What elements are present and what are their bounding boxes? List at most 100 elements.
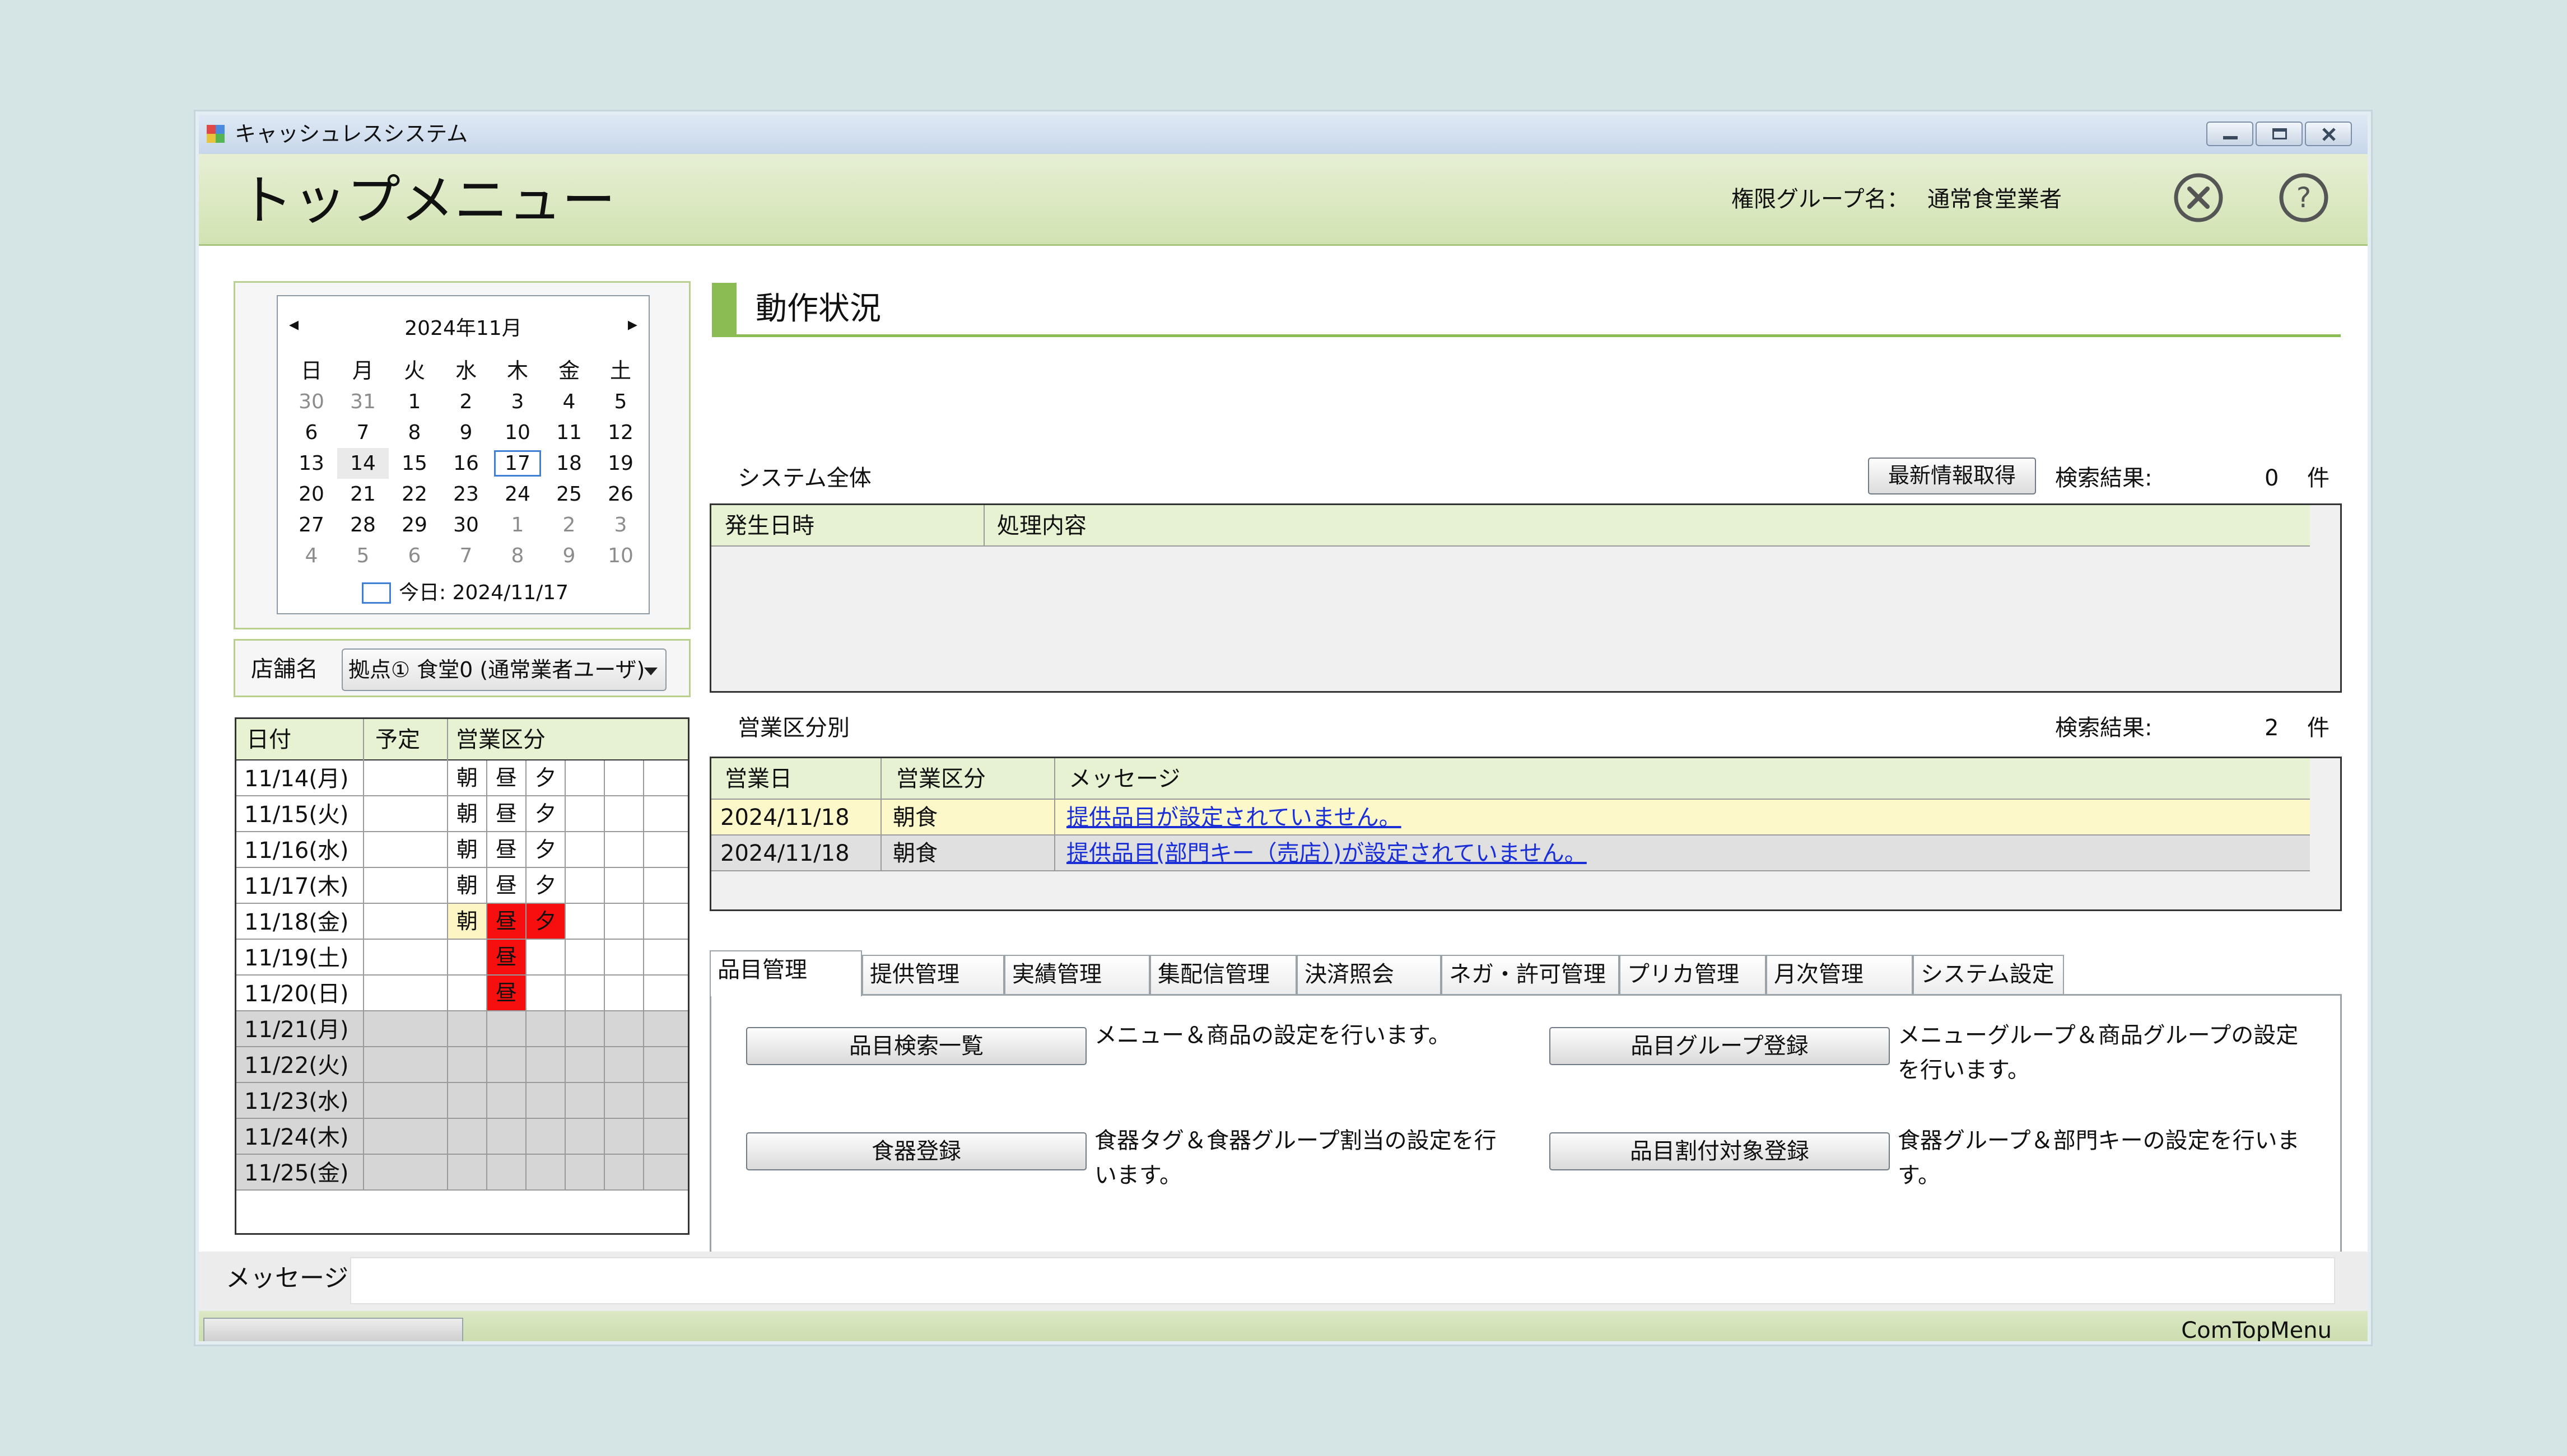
- schedule-cell[interactable]: 昼: [486, 760, 525, 795]
- calendar-day[interactable]: 14: [337, 448, 389, 479]
- schedule-cell[interactable]: [604, 976, 643, 1010]
- schedule-cell[interactable]: 夕: [525, 760, 565, 795]
- schedule-cell[interactable]: [604, 796, 643, 831]
- calendar-day[interactable]: 2: [440, 386, 492, 417]
- calendar-day[interactable]: 26: [595, 479, 646, 510]
- calendar-day[interactable]: 1: [389, 386, 440, 417]
- schedule-cell[interactable]: [447, 1047, 486, 1082]
- schedule-cell[interactable]: [525, 1119, 565, 1154]
- schedule-cell[interactable]: 朝: [447, 868, 486, 903]
- calendar-day[interactable]: 20: [286, 479, 337, 510]
- calendar-day[interactable]: 12: [595, 417, 646, 448]
- schedule-cell[interactable]: [643, 1155, 682, 1189]
- schedule-cell[interactable]: 昼: [486, 904, 525, 939]
- schedule-row[interactable]: 11/21(月): [236, 1011, 688, 1047]
- calendar-day[interactable]: 13: [286, 448, 337, 479]
- schedule-row[interactable]: 11/15(火) 朝昼夕: [236, 796, 688, 832]
- tab-distribution-management[interactable]: 集配信管理: [1150, 955, 1297, 995]
- schedule-cell[interactable]: [565, 1155, 604, 1189]
- calendar-day[interactable]: 28: [337, 510, 389, 540]
- schedule-cell[interactable]: [447, 1119, 486, 1154]
- schedule-cell[interactable]: [447, 1083, 486, 1118]
- calendar-day[interactable]: 5: [595, 386, 646, 417]
- schedule-cell[interactable]: [447, 1155, 486, 1189]
- schedule-row[interactable]: 11/22(火): [236, 1047, 688, 1083]
- schedule-cell[interactable]: [525, 940, 565, 974]
- schedule-cell[interactable]: [565, 832, 604, 867]
- calendar-day[interactable]: 16: [440, 448, 492, 479]
- calendar-day[interactable]: 9: [543, 540, 595, 571]
- item-assign-register-button[interactable]: 品目割付対象登録: [1549, 1132, 1890, 1170]
- tab-nega-permit[interactable]: ネガ・許可管理: [1441, 955, 1619, 995]
- schedule-cell[interactable]: [486, 1047, 525, 1082]
- schedule-cell[interactable]: [565, 760, 604, 795]
- schedule-row[interactable]: 11/18(金) 朝昼夕: [236, 904, 688, 940]
- schedule-cell[interactable]: [486, 1155, 525, 1189]
- help-icon[interactable]: ?: [2278, 172, 2330, 223]
- schedule-cell[interactable]: [643, 868, 682, 903]
- calendar-day[interactable]: 15: [389, 448, 440, 479]
- maximize-button[interactable]: [2256, 122, 2303, 146]
- schedule-cell[interactable]: 夕: [525, 868, 565, 903]
- schedule-cell[interactable]: 昼: [486, 796, 525, 831]
- schedule-cell[interactable]: [486, 1083, 525, 1118]
- calendar-day[interactable]: 11: [543, 417, 595, 448]
- calendar-day[interactable]: 2: [543, 510, 595, 540]
- schedule-cell[interactable]: 朝: [447, 796, 486, 831]
- calendar-day[interactable]: 25: [543, 479, 595, 510]
- business-row-message-link[interactable]: 提供品目(部門キー（売店）)が設定されていません。: [1066, 839, 1587, 868]
- schedule-cell[interactable]: [604, 1119, 643, 1154]
- calendar-day[interactable]: 19: [595, 448, 646, 479]
- calendar-day[interactable]: 3: [595, 510, 646, 540]
- calendar-day[interactable]: 29: [389, 510, 440, 540]
- calendar-day[interactable]: 21: [337, 479, 389, 510]
- schedule-cell[interactable]: [486, 1119, 525, 1154]
- schedule-cell[interactable]: [525, 1083, 565, 1118]
- schedule-cell[interactable]: [643, 1083, 682, 1118]
- calendar-day[interactable]: 31: [337, 386, 389, 417]
- schedule-row[interactable]: 11/20(日) 昼: [236, 976, 688, 1011]
- calendar-day[interactable]: 22: [389, 479, 440, 510]
- tab-results-management[interactable]: 実績管理: [1004, 955, 1150, 995]
- calendar-day[interactable]: 8: [389, 417, 440, 448]
- schedule-row[interactable]: 11/19(土) 昼: [236, 940, 688, 976]
- schedule-cell[interactable]: [604, 832, 643, 867]
- calendar-day[interactable]: 24: [492, 479, 543, 510]
- schedule-cell[interactable]: [604, 1083, 643, 1118]
- calendar-day[interactable]: 10: [595, 540, 646, 571]
- schedule-cell[interactable]: [447, 976, 486, 1010]
- minimize-button[interactable]: [2206, 122, 2253, 146]
- tab-system-settings[interactable]: システム設定: [1913, 955, 2064, 995]
- schedule-cell[interactable]: [565, 976, 604, 1010]
- item-search-button[interactable]: 品目検索一覧: [746, 1027, 1087, 1065]
- schedule-cell[interactable]: [565, 1047, 604, 1082]
- schedule-cell[interactable]: 昼: [486, 832, 525, 867]
- schedule-cell[interactable]: [525, 1047, 565, 1082]
- schedule-cell[interactable]: [604, 904, 643, 939]
- calendar-day[interactable]: 6: [286, 417, 337, 448]
- schedule-cell[interactable]: [604, 1047, 643, 1082]
- refresh-button[interactable]: 最新情報取得: [1868, 458, 2036, 494]
- calendar-day[interactable]: 7: [440, 540, 492, 571]
- tab-prepaid-management[interactable]: プリカ管理: [1619, 955, 1766, 995]
- schedule-cell[interactable]: 朝: [447, 904, 486, 939]
- tab-item-management[interactable]: 品目管理: [710, 950, 862, 996]
- business-grid[interactable]: 営業日 営業区分 メッセージ 2024/11/18 朝食 提供品目が設定されてい…: [710, 757, 2342, 911]
- schedule-cell[interactable]: [525, 1155, 565, 1189]
- schedule-row[interactable]: 11/24(木): [236, 1119, 688, 1155]
- schedule-row[interactable]: 11/16(水) 朝昼夕: [236, 832, 688, 868]
- calendar-day[interactable]: 23: [440, 479, 492, 510]
- message-field[interactable]: [350, 1257, 2335, 1304]
- tab-monthly-management[interactable]: 月次管理: [1766, 955, 1913, 995]
- calendar-day[interactable]: 3: [492, 386, 543, 417]
- schedule-row[interactable]: 11/23(水): [236, 1083, 688, 1119]
- business-row[interactable]: 2024/11/18 朝食 提供品目(部門キー（売店）)が設定されていません。: [711, 836, 2310, 871]
- schedule-cell[interactable]: [486, 1011, 525, 1046]
- system-grid[interactable]: 発生日時 処理内容: [710, 503, 2342, 693]
- schedule-cell[interactable]: 夕: [525, 796, 565, 831]
- store-select[interactable]: 拠点① 食堂0 (通常業者ユーザ): [342, 648, 667, 691]
- tab-offer-management[interactable]: 提供管理: [862, 955, 1004, 995]
- schedule-cell[interactable]: [643, 1119, 682, 1154]
- schedule-row[interactable]: 11/25(金): [236, 1155, 688, 1191]
- schedule-cell[interactable]: [447, 940, 486, 974]
